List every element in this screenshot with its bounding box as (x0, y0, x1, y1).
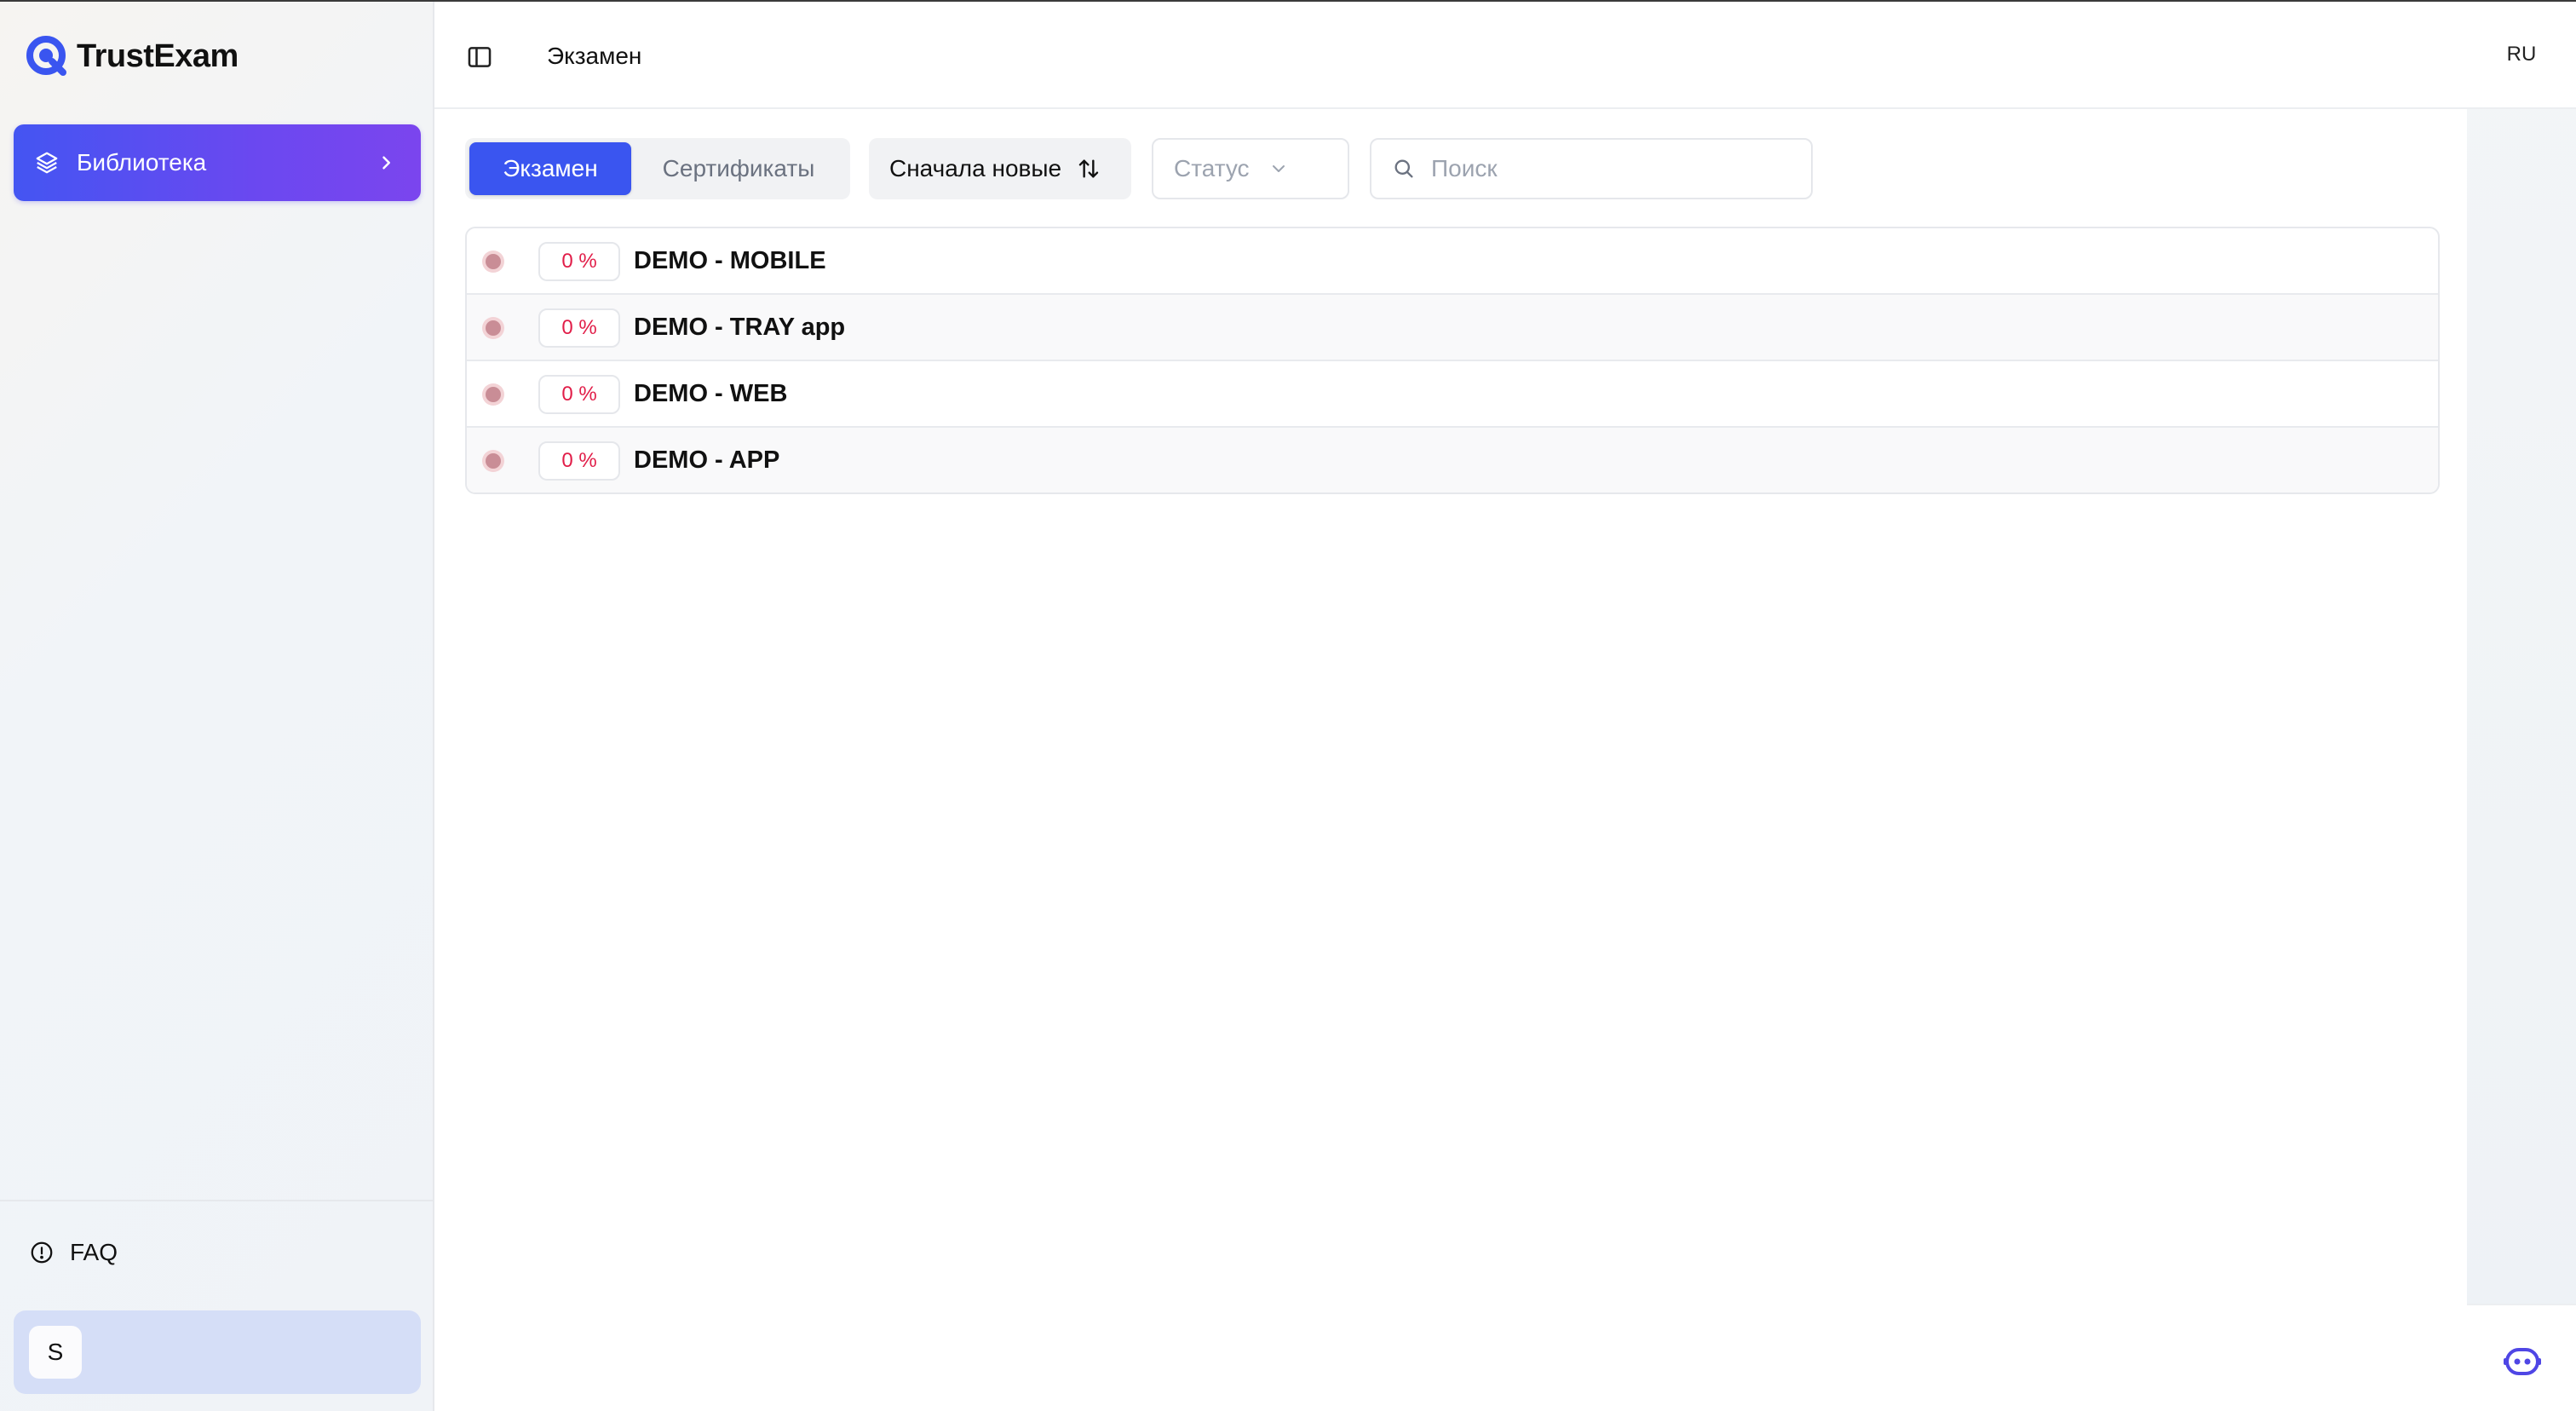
exam-list: 0 % DEMO - MOBILE 0 % DEMO - TRAY app 0 … (465, 227, 2440, 494)
rail-bottom (2467, 1304, 2576, 1411)
progress-badge: 0 % (538, 441, 620, 481)
info-circle-icon (29, 1240, 55, 1265)
search-box (1370, 138, 1813, 199)
exam-row[interactable]: 0 % DEMO - MOBILE (467, 228, 2438, 295)
tab-certificates[interactable]: Сертификаты (631, 142, 846, 195)
sidebar-divider (0, 1200, 433, 1201)
layers-icon (34, 148, 63, 177)
exam-row[interactable]: 0 % DEMO - WEB (467, 361, 2438, 428)
sidebar-item-library[interactable]: Библиотека (14, 124, 421, 201)
tab-exam[interactable]: Экзамен (469, 142, 631, 195)
chevron-right-icon (373, 150, 399, 176)
sidebar-toggle-icon[interactable] (465, 43, 494, 72)
exam-row[interactable]: 0 % DEMO - APP (467, 428, 2438, 492)
progress-badge: 0 % (538, 375, 620, 414)
status-filter-select[interactable]: Статус (1152, 138, 1349, 199)
status-dot-icon (482, 317, 504, 339)
progress-badge: 0 % (538, 242, 620, 281)
status-dot-icon (482, 383, 504, 406)
sidebar: TrustExam Библиотека FAQ S (0, 2, 434, 1411)
search-input[interactable] (1431, 155, 1772, 182)
sort-label: Сначала новые (889, 155, 1062, 181)
progress-badge: 0 % (538, 308, 620, 348)
faq-link[interactable]: FAQ (29, 1239, 118, 1266)
bot-icon[interactable] (2503, 1345, 2542, 1379)
exam-title: DEMO - WEB (634, 380, 788, 407)
exam-title: DEMO - MOBILE (634, 247, 826, 274)
sort-arrows-icon (1075, 155, 1102, 182)
exam-title: DEMO - TRAY app (634, 314, 846, 341)
status-filter-label: Статус (1174, 155, 1250, 181)
rail-top: RU (2467, 2, 2576, 109)
exam-tabs: Экзамен Сертификаты (465, 138, 850, 199)
faq-label: FAQ (70, 1239, 118, 1265)
avatar: S (29, 1326, 82, 1379)
sort-button[interactable]: Сначала новые (869, 138, 1131, 199)
user-profile-card[interactable]: S (14, 1310, 421, 1394)
sidebar-item-label: Библиотека (77, 149, 207, 176)
app-name: TrustExam (77, 37, 239, 74)
status-dot-icon (482, 251, 504, 273)
app-logo[interactable]: TrustExam (26, 34, 239, 78)
status-dot-icon (482, 450, 504, 472)
search-icon (1392, 157, 1416, 181)
chevron-down-icon (1268, 158, 1289, 179)
language-switcher[interactable]: RU (2467, 43, 2576, 66)
exam-row[interactable]: 0 % DEMO - TRAY app (467, 295, 2438, 361)
top-header: Экзамен (434, 2, 2467, 109)
breadcrumb: Экзамен (547, 43, 642, 69)
right-rail: RU (2467, 2, 2576, 1411)
trustexam-logo-icon (26, 35, 68, 78)
exam-title: DEMO - APP (634, 446, 780, 474)
